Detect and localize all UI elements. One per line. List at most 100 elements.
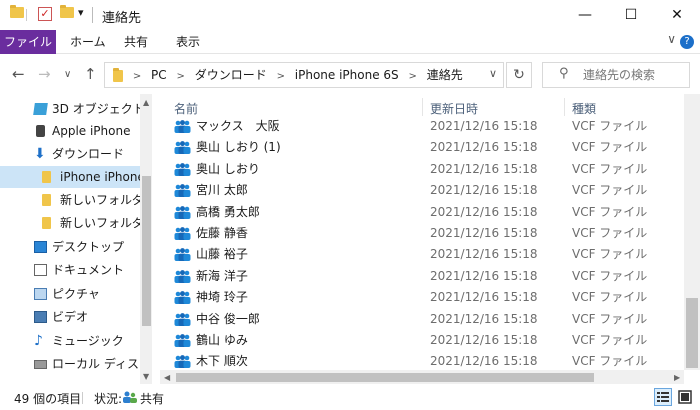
file-modified: 2021/12/16 15:18 xyxy=(430,204,538,219)
file-name: 山藤 裕子 xyxy=(196,247,248,262)
sidebar-item-apple-iphone[interactable]: Apple iPhone xyxy=(0,120,152,142)
file-type: VCF ファイル xyxy=(572,268,648,283)
file-list: ^ 名前 更新日時 種類 マックス 大阪 2021/12/16 15:18 VCF … xyxy=(160,94,684,370)
scroll-left-arrow-icon[interactable]: ◀ xyxy=(164,373,170,382)
file-modified: 2021/12/16 15:18 xyxy=(430,161,538,176)
contact-file-icon xyxy=(174,162,191,176)
expand-ribbon-icon[interactable]: ∨ xyxy=(667,32,676,46)
folder-icon xyxy=(42,171,51,183)
sidebar-item-label: 3D オブジェクト xyxy=(52,102,145,116)
sidebar-item-new-folder[interactable]: 新しいフォルダー xyxy=(0,189,152,211)
vertical-scroll-thumb[interactable] xyxy=(686,298,698,368)
search-box[interactable]: ⚲ 連絡先の検索 xyxy=(542,62,690,88)
breadcrumb-iphone[interactable]: iPhone iPhone 6S xyxy=(295,68,399,82)
picture-icon xyxy=(34,288,47,300)
share-status: 共有 xyxy=(140,392,165,406)
sidebar-item-downloads[interactable]: ⬇ ダウンロード xyxy=(0,143,152,165)
item-count: 49 個の項目 xyxy=(14,392,82,406)
refresh-button[interactable]: ↻ xyxy=(506,62,532,88)
table-row[interactable]: 鶴山 ゆみ 2021/12/16 15:18 VCF ファイル xyxy=(160,330,684,351)
breadcrumb-separator[interactable]: > xyxy=(409,71,417,82)
phone-icon xyxy=(36,125,45,137)
scroll-up-arrow-icon[interactable]: ▲ xyxy=(143,98,149,107)
table-row[interactable]: 奥山 しおり 2021/12/16 15:18 VCF ファイル xyxy=(160,159,684,180)
new-folder-icon[interactable] xyxy=(60,7,74,18)
table-row[interactable]: 佐藤 静香 2021/12/16 15:18 VCF ファイル xyxy=(160,223,684,244)
folder-icon xyxy=(10,7,24,18)
recent-locations-button[interactable]: ∨ xyxy=(64,69,71,80)
tab-share[interactable]: 共有 xyxy=(114,30,158,54)
tab-view[interactable]: 表示 xyxy=(166,30,210,54)
sidebar-item-label: Apple iPhone xyxy=(52,124,131,138)
table-row[interactable]: 木下 順次 2021/12/16 15:18 VCF ファイル xyxy=(160,351,684,370)
sidebar-item-label: 新しいフォルダー xyxy=(60,193,152,207)
column-divider[interactable] xyxy=(422,98,423,116)
breadcrumb-downloads[interactable]: ダウンロード xyxy=(195,68,267,82)
help-icon[interactable]: ? xyxy=(680,35,694,49)
scroll-down-arrow-icon[interactable]: ▼ xyxy=(143,372,149,381)
sidebar-item-pictures[interactable]: ピクチャ xyxy=(0,283,152,305)
table-row[interactable]: 奥山 しおり (1) 2021/12/16 15:18 VCF ファイル xyxy=(160,137,684,158)
file-name: 中谷 俊一郎 xyxy=(196,311,260,326)
file-name: マックス 大阪 xyxy=(196,119,280,133)
table-row[interactable]: マックス 大阪 2021/12/16 15:18 VCF ファイル xyxy=(160,116,684,137)
navigation-scroll-thumb[interactable] xyxy=(142,176,151,326)
table-row[interactable]: 山藤 裕子 2021/12/16 15:18 VCF ファイル xyxy=(160,244,684,265)
ribbon: ファイル ホーム 共有 表示 ∨ ? xyxy=(0,30,700,54)
close-button[interactable]: ✕ xyxy=(654,0,700,30)
tab-file[interactable]: ファイル xyxy=(0,30,56,54)
up-button[interactable]: ↑ xyxy=(84,65,97,83)
breadcrumb-separator[interactable]: > xyxy=(133,71,141,82)
details-view-icon xyxy=(657,392,669,402)
contact-file-icon xyxy=(174,184,191,198)
table-row[interactable]: 神埼 玲子 2021/12/16 15:18 VCF ファイル xyxy=(160,287,684,308)
qa-dropdown-icon[interactable]: ▾ xyxy=(78,6,84,19)
back-button[interactable]: ← xyxy=(12,65,25,83)
large-icons-view-button[interactable] xyxy=(676,388,694,406)
table-row[interactable]: 新海 洋子 2021/12/16 15:18 VCF ファイル xyxy=(160,266,684,287)
desktop-icon xyxy=(34,241,47,253)
large-icons-view-icon xyxy=(678,390,692,404)
address-dropdown-icon[interactable]: ∨ xyxy=(489,67,497,80)
contact-file-icon xyxy=(174,141,191,155)
minimize-button[interactable]: — xyxy=(562,0,608,30)
table-row[interactable]: 宮川 太郎 2021/12/16 15:18 VCF ファイル xyxy=(160,180,684,201)
sidebar-item-music[interactable]: ♪ ミュージック xyxy=(0,330,152,352)
disk-icon xyxy=(34,360,47,369)
sidebar-item-desktop[interactable]: デスクトップ xyxy=(0,236,152,258)
sidebar-item-label: ミュージック xyxy=(52,334,124,348)
sidebar-item-iphone-folder[interactable]: iPhone iPhone xyxy=(0,166,152,188)
properties-icon[interactable]: ✓ xyxy=(38,7,52,21)
file-type: VCF ファイル xyxy=(572,247,648,262)
file-modified: 2021/12/16 15:18 xyxy=(430,183,538,198)
address-row: ← → ∨ ↑ > PC > ダウンロード > iPhone iPhone 6S… xyxy=(0,56,700,94)
folder-icon xyxy=(42,194,51,206)
table-row[interactable]: 中谷 俊一郎 2021/12/16 15:18 VCF ファイル xyxy=(160,309,684,330)
sidebar-item-documents[interactable]: ドキュメント xyxy=(0,259,152,281)
contact-file-icon xyxy=(174,334,191,347)
table-row[interactable]: 高橋 勇太郎 2021/12/16 15:18 VCF ファイル xyxy=(160,202,684,223)
file-name: 新海 洋子 xyxy=(196,268,248,283)
search-input[interactable]: 連絡先の検索 xyxy=(583,63,655,87)
file-name: 神埼 玲子 xyxy=(196,290,248,305)
sidebar-item-videos[interactable]: ビデオ xyxy=(0,306,152,328)
column-divider[interactable] xyxy=(564,98,565,116)
scroll-right-arrow-icon[interactable]: ▶ xyxy=(674,373,680,382)
breadcrumb-pc[interactable]: PC xyxy=(151,68,167,82)
tab-home[interactable]: ホーム xyxy=(60,30,116,54)
sidebar-item-new-folder-2[interactable]: 新しいフォルダー ( xyxy=(0,212,152,234)
file-type: VCF ファイル xyxy=(572,119,648,133)
sidebar-item-local-disk[interactable]: ローカル ディスク (C xyxy=(0,353,152,375)
address-bar[interactable]: > PC > ダウンロード > iPhone iPhone 6S > 連絡先 ∨ xyxy=(104,62,504,88)
contact-file-icon xyxy=(174,312,191,326)
sidebar-item-3d-objects[interactable]: 3D オブジェクト xyxy=(0,98,152,120)
file-type: VCF ファイル xyxy=(572,333,648,347)
breadcrumb-separator[interactable]: > xyxy=(177,71,185,82)
forward-button[interactable]: → xyxy=(38,65,51,83)
contact-file-icon xyxy=(174,269,191,283)
maximize-button[interactable]: ☐ xyxy=(608,0,654,30)
horizontal-scroll-thumb[interactable] xyxy=(176,373,594,382)
details-view-button[interactable] xyxy=(654,388,672,406)
breadcrumb-separator[interactable]: > xyxy=(277,71,285,82)
breadcrumb-contacts[interactable]: 連絡先 xyxy=(427,68,463,82)
